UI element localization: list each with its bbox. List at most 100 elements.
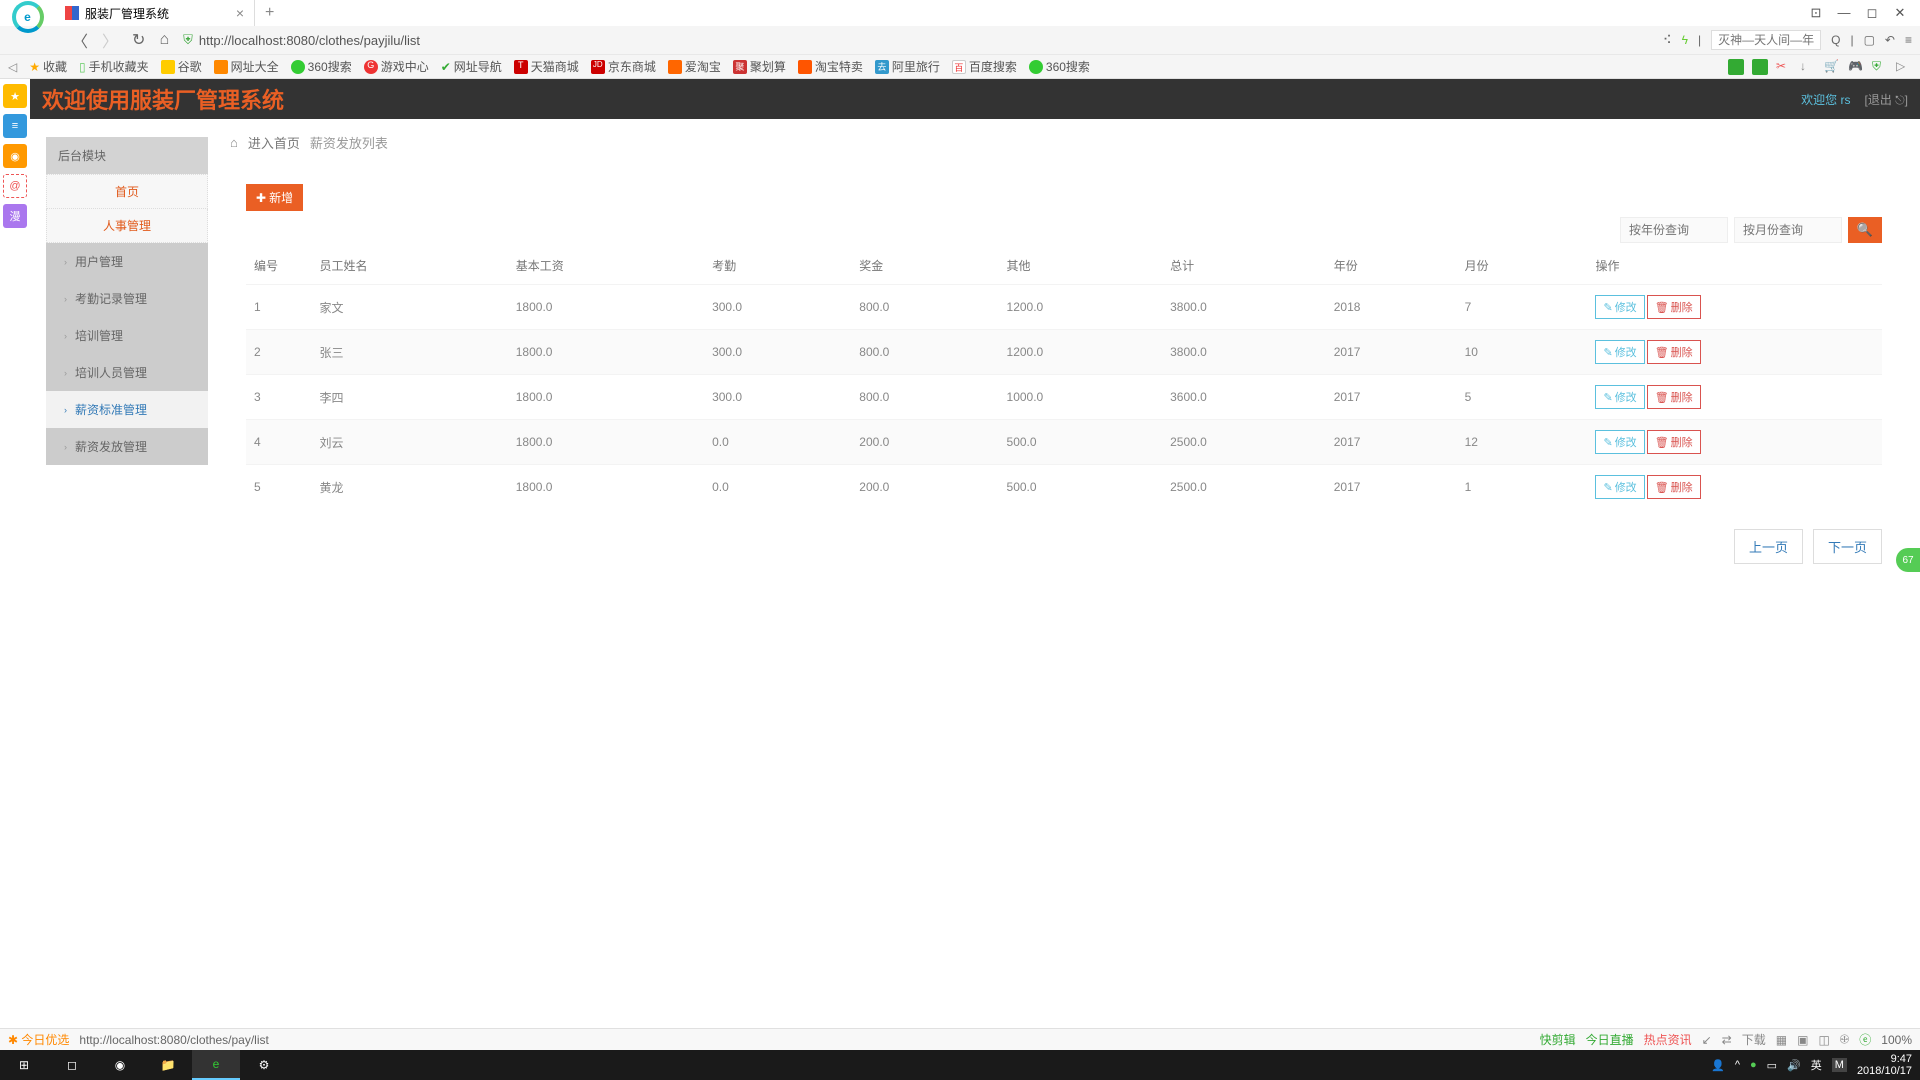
- lt-star-icon[interactable]: ★: [3, 84, 27, 108]
- tb-settings[interactable]: ⚙: [240, 1050, 288, 1080]
- delete-button[interactable]: 🗑删除: [1647, 430, 1701, 454]
- bookmark-temai[interactable]: 淘宝特卖: [798, 58, 863, 75]
- window-minimize-icon[interactable]: —: [1832, 5, 1856, 21]
- bookmark-games[interactable]: G游戏中心: [364, 58, 429, 75]
- bookmark-nav[interactable]: ✔网址导航: [441, 58, 502, 75]
- window-menu-icon[interactable]: ⊡: [1804, 5, 1828, 21]
- sidebar-item-2[interactable]: ›培训管理: [46, 317, 208, 354]
- status-item[interactable]: ⇄: [1722, 1033, 1732, 1047]
- browser-tab[interactable]: 服装厂管理系统 ×: [55, 0, 255, 26]
- delete-button[interactable]: 🗑删除: [1647, 385, 1701, 409]
- share-icon[interactable]: ⠪: [1663, 33, 1672, 47]
- ext-icon-1[interactable]: [1728, 59, 1744, 75]
- status-item[interactable]: ↙: [1702, 1033, 1712, 1047]
- bookmark-tmall[interactable]: T天猫商城: [514, 58, 579, 75]
- tb-tray-1[interactable]: ●: [1750, 1059, 1757, 1071]
- sidebar-home[interactable]: 首页: [46, 174, 208, 209]
- status-jryx[interactable]: ✱ 今日优选: [8, 1031, 69, 1048]
- status-item[interactable]: ▦: [1776, 1033, 1787, 1047]
- tb-battery-icon[interactable]: ▭: [1767, 1059, 1777, 1072]
- prev-page-button[interactable]: 上一页: [1734, 529, 1803, 564]
- new-tab-button[interactable]: +: [255, 4, 284, 22]
- ext-icon-5[interactable]: 🛒: [1824, 59, 1840, 75]
- bookmark-favorites[interactable]: ★收藏: [29, 58, 67, 75]
- zoom-level[interactable]: 100%: [1881, 1033, 1912, 1047]
- breadcrumb-home[interactable]: 进入首页: [248, 133, 300, 152]
- start-button[interactable]: ⊞: [0, 1050, 48, 1080]
- bookmark-juhuasuan[interactable]: 聚聚划算: [733, 58, 786, 75]
- window-close-icon[interactable]: ✕: [1888, 5, 1912, 21]
- bookmark-sites[interactable]: 网址大全: [214, 58, 279, 75]
- edit-button[interactable]: ✎修改: [1595, 475, 1644, 499]
- lt-weibo-icon[interactable]: ◉: [3, 144, 27, 168]
- logout-button[interactable]: [退出 ⎋]: [1865, 91, 1909, 108]
- ext-shield-icon[interactable]: ⛨: [1872, 59, 1888, 75]
- delete-button[interactable]: 🗑删除: [1647, 295, 1701, 319]
- ext-scissors-icon[interactable]: ✂: [1776, 59, 1792, 75]
- status-item[interactable]: 今日直播: [1586, 1031, 1634, 1048]
- tb-tray-chevron[interactable]: ^: [1735, 1059, 1740, 1071]
- bookmark-360b[interactable]: 360搜索: [1029, 58, 1090, 75]
- lt-at-icon[interactable]: @: [3, 174, 27, 198]
- status-item[interactable]: 下载: [1742, 1031, 1766, 1048]
- mobile-icon[interactable]: ▢: [1864, 33, 1875, 47]
- edit-button[interactable]: ✎修改: [1595, 340, 1644, 364]
- float-badge[interactable]: 67: [1896, 548, 1920, 572]
- lt-man-icon[interactable]: 漫: [3, 204, 27, 228]
- ext-icon-4[interactable]: ↓: [1800, 59, 1816, 75]
- tb-people-icon[interactable]: 👤: [1711, 1059, 1725, 1072]
- tb-explorer[interactable]: 📁: [144, 1050, 192, 1080]
- ext-gamepad-icon[interactable]: 🎮: [1848, 59, 1864, 75]
- status-item[interactable]: ▣: [1797, 1033, 1808, 1047]
- forward-button[interactable]: 〉: [102, 28, 118, 52]
- tb-app-1[interactable]: ◉: [96, 1050, 144, 1080]
- sidebar-item-1[interactable]: ›考勤记录管理: [46, 280, 208, 317]
- search-button[interactable]: 🔍: [1848, 217, 1882, 243]
- sidebar-item-0[interactable]: ›用户管理: [46, 243, 208, 280]
- tab-close-icon[interactable]: ×: [236, 5, 244, 21]
- bookmark-360[interactable]: 360搜索: [291, 58, 352, 75]
- ext-icon-2[interactable]: [1752, 59, 1768, 75]
- edit-button[interactable]: ✎修改: [1595, 430, 1644, 454]
- flash-icon[interactable]: ϟ: [1682, 33, 1688, 47]
- sidebar-item-3[interactable]: ›培训人员管理: [46, 354, 208, 391]
- month-search-input[interactable]: [1734, 217, 1842, 243]
- bookmark-aitaobao[interactable]: 爱淘宝: [668, 58, 721, 75]
- undo-icon[interactable]: ↶: [1885, 33, 1895, 47]
- tb-clock[interactable]: 9:47 2018/10/17: [1857, 1053, 1912, 1077]
- tb-volume-icon[interactable]: 🔊: [1787, 1059, 1801, 1072]
- home-button[interactable]: ⌂: [159, 31, 169, 49]
- status-item[interactable]: ◫: [1818, 1033, 1829, 1047]
- sidebar-hr[interactable]: 人事管理: [46, 209, 208, 243]
- delete-button[interactable]: 🗑删除: [1647, 475, 1701, 499]
- status-item[interactable]: 🕀: [1840, 1032, 1850, 1047]
- bookmark-alitrip[interactable]: 去阿里旅行: [875, 58, 940, 75]
- bookmark-overflow-left[interactable]: ◁: [8, 60, 17, 74]
- bookmark-google[interactable]: 谷歌: [161, 58, 202, 75]
- tb-ime-m[interactable]: M: [1832, 1058, 1847, 1072]
- taskview-button[interactable]: ◻: [48, 1050, 96, 1080]
- tb-browser[interactable]: e: [192, 1050, 240, 1080]
- tb-ime[interactable]: 英: [1811, 1057, 1822, 1073]
- year-search-input[interactable]: [1620, 217, 1728, 243]
- browser-logo[interactable]: e: [0, 0, 55, 33]
- sidebar-item-4[interactable]: ›薪资标准管理: [46, 391, 208, 428]
- edit-button[interactable]: ✎修改: [1595, 385, 1644, 409]
- bookmark-baidu[interactable]: 百百度搜索: [952, 58, 1017, 75]
- status-item[interactable]: 快剪辑: [1540, 1031, 1576, 1048]
- bookmark-jd[interactable]: JD京东商城: [591, 58, 656, 75]
- browser-search-input[interactable]: [1711, 30, 1821, 50]
- window-maximize-icon[interactable]: ◻: [1860, 5, 1884, 21]
- menu-icon[interactable]: ≡: [1905, 33, 1912, 47]
- status-item[interactable]: 热点资讯: [1644, 1031, 1692, 1048]
- status-item[interactable]: ⓔ: [1859, 1031, 1871, 1048]
- sidebar-item-5[interactable]: ›薪资发放管理: [46, 428, 208, 465]
- bookmark-mobile[interactable]: ▯手机收藏夹: [79, 58, 149, 75]
- ext-overflow[interactable]: ▷: [1896, 59, 1912, 75]
- add-button[interactable]: ✚新增: [246, 184, 303, 211]
- back-button[interactable]: 〈: [72, 28, 88, 52]
- next-page-button[interactable]: 下一页: [1813, 529, 1882, 564]
- lt-doc-icon[interactable]: ≡: [3, 114, 27, 138]
- edit-button[interactable]: ✎修改: [1595, 295, 1644, 319]
- refresh-button[interactable]: ↻: [132, 30, 145, 50]
